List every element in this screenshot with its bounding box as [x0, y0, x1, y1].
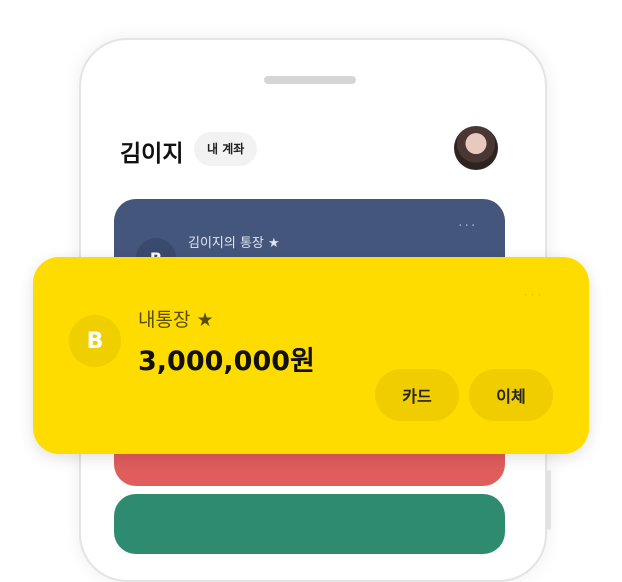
- account-name: 내통장 ★: [138, 309, 214, 331]
- phone-side-button: [547, 470, 551, 530]
- account-card-green[interactable]: [114, 494, 505, 554]
- card-button[interactable]: 카드: [375, 369, 459, 421]
- account-balance: 3,000,000원: [138, 346, 315, 377]
- b-logo-icon: B: [69, 315, 121, 367]
- my-account-chip[interactable]: 내 계좌: [194, 132, 258, 166]
- avatar[interactable]: [454, 126, 498, 170]
- more-icon[interactable]: ···: [523, 285, 544, 304]
- transfer-button[interactable]: 이체: [469, 369, 553, 421]
- phone-speaker: [264, 76, 356, 84]
- user-name: 김이지: [120, 141, 184, 167]
- more-icon[interactable]: ···: [458, 218, 477, 234]
- account-title: 김이지의 통장 ★: [188, 236, 280, 251]
- main-account-card[interactable]: B 내통장 ★ 3,000,000원 ··· 카드 이체: [33, 257, 589, 454]
